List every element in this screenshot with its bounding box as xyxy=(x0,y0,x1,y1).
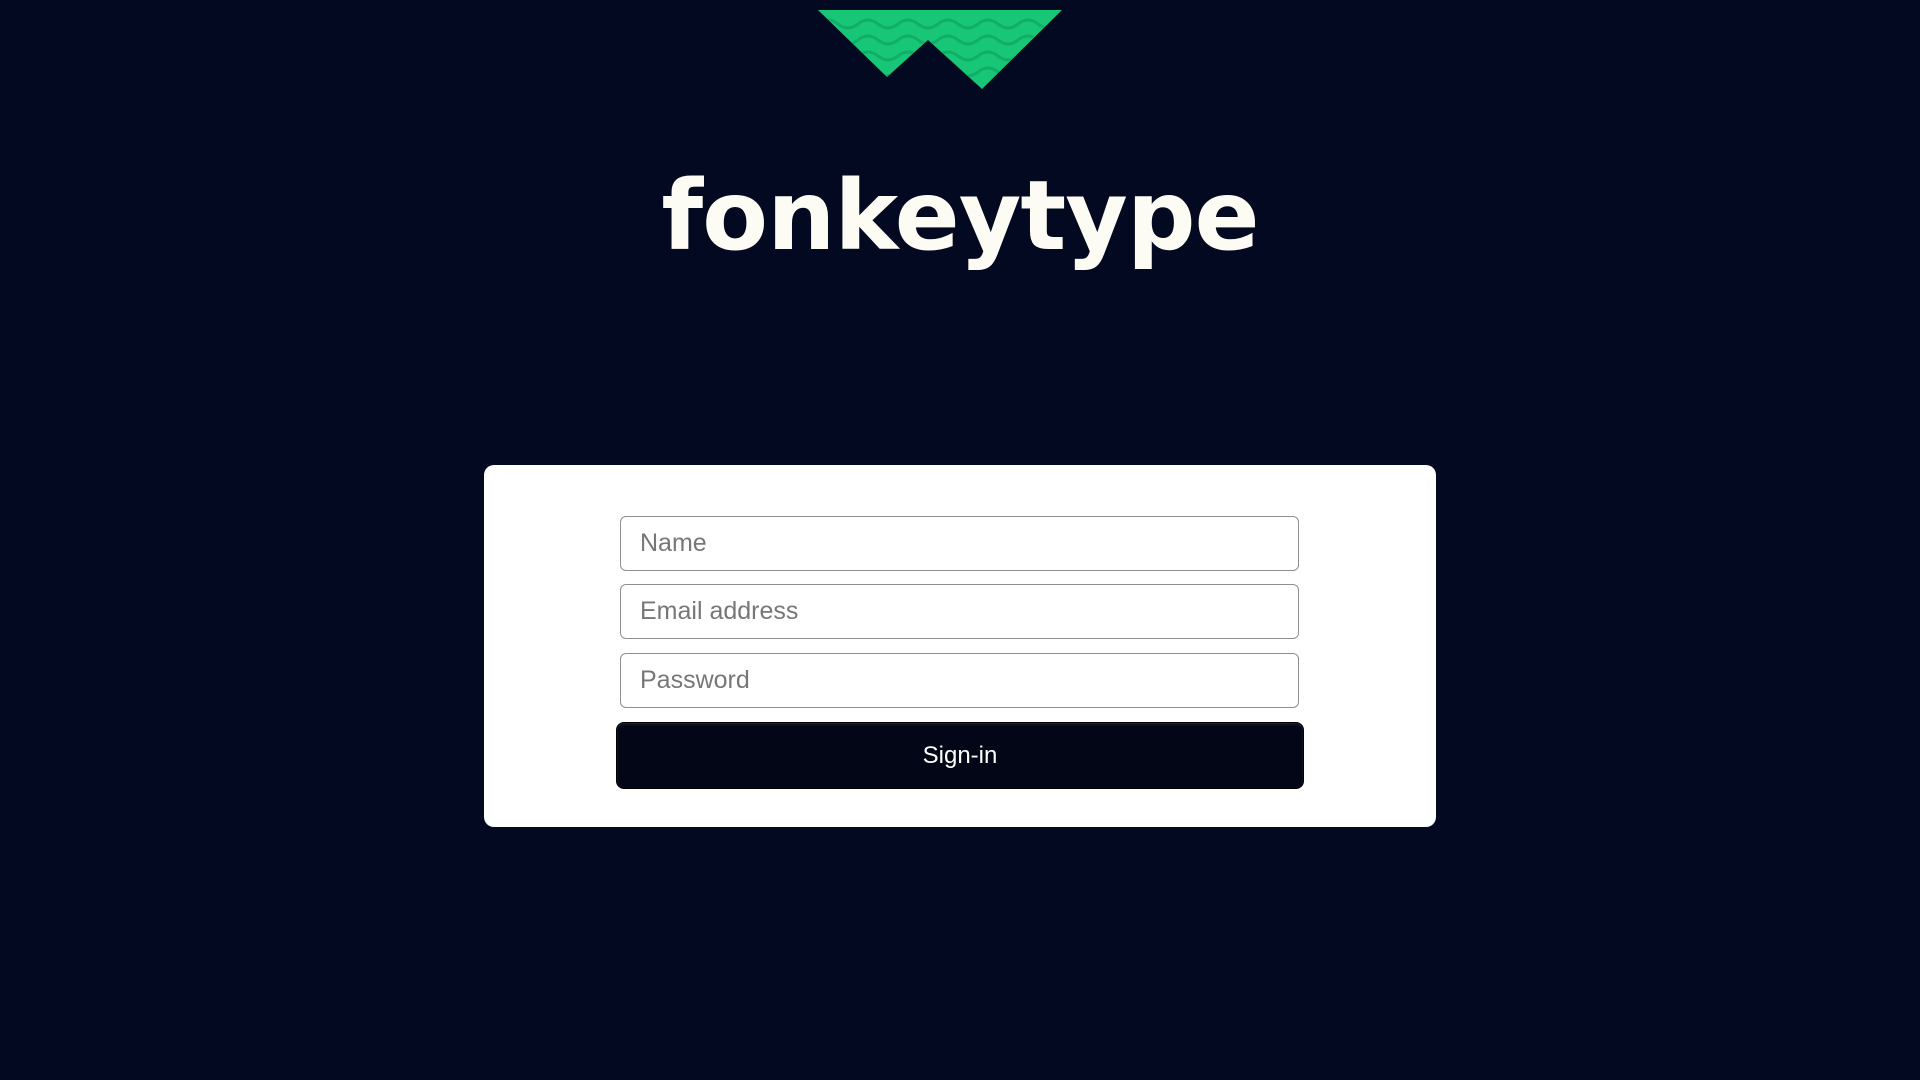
sign-in-button[interactable]: Sign-in xyxy=(616,722,1304,789)
signin-page: fonkeytype Sign-in xyxy=(0,0,1920,1080)
password-input[interactable] xyxy=(620,653,1299,708)
wave-chevron-logo-icon xyxy=(818,10,1062,89)
email-input[interactable] xyxy=(620,584,1299,639)
signin-card: Sign-in xyxy=(484,465,1436,827)
name-input[interactable] xyxy=(620,516,1299,571)
brand-wordmark: fonkeytype xyxy=(661,160,1259,272)
